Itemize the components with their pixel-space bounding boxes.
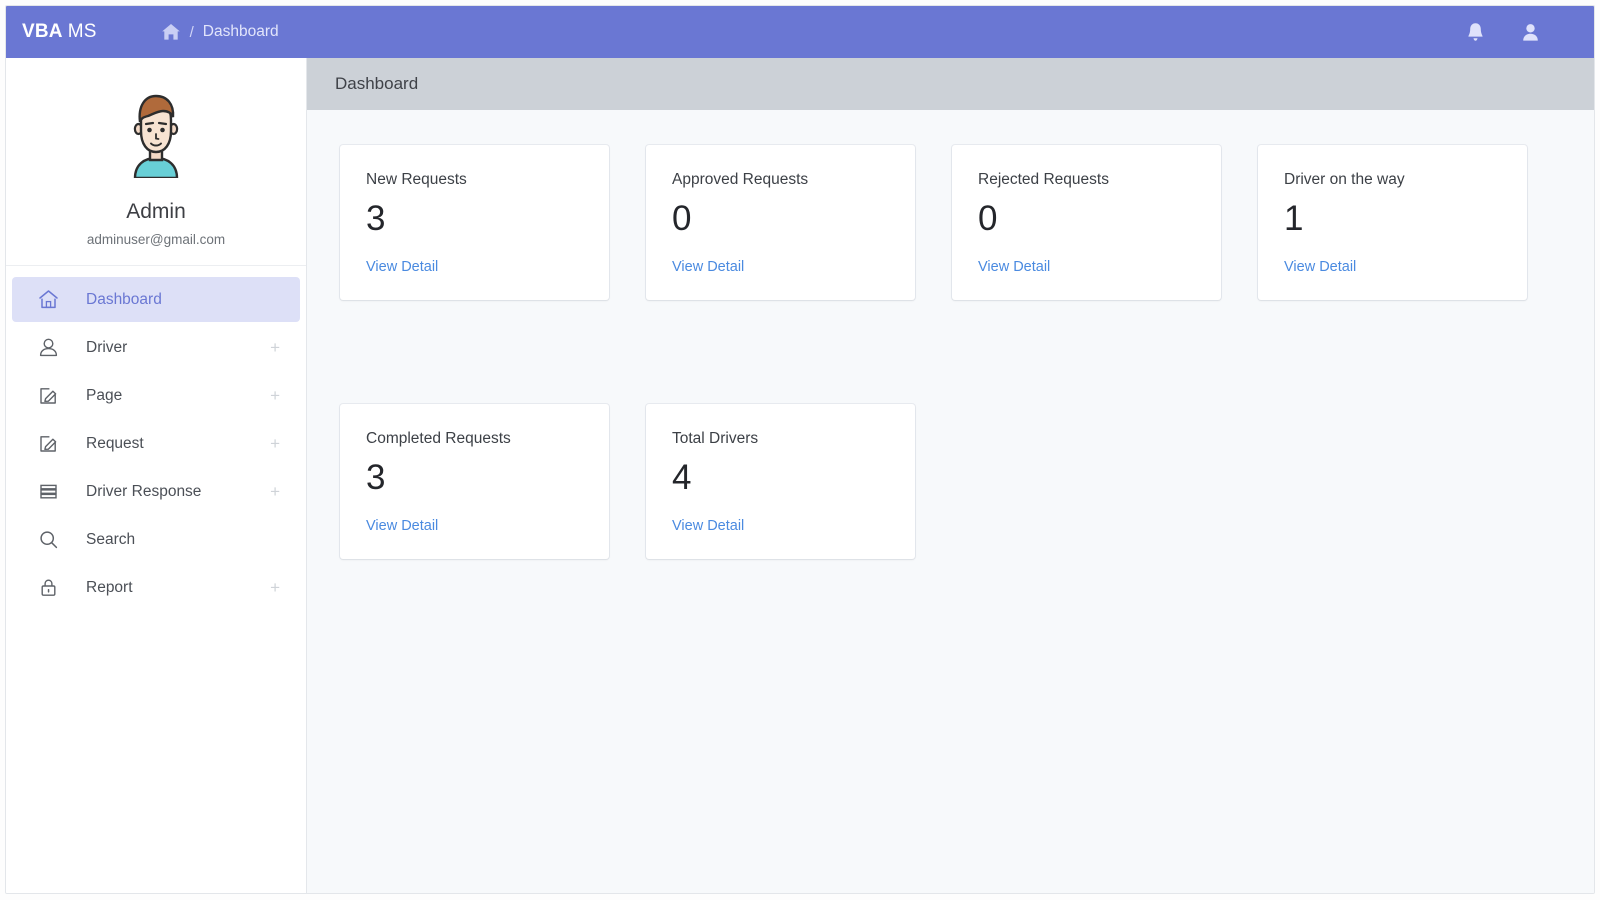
bell-icon[interactable] — [1466, 22, 1485, 43]
card-value: 0 — [672, 199, 692, 238]
page-title: Dashboard — [335, 74, 419, 93]
sidebar-item-label: Page — [86, 386, 123, 404]
view-detail-link[interactable]: View Detail — [672, 259, 744, 275]
sidebar-item-label: Search — [86, 530, 136, 548]
lock-icon — [38, 577, 62, 598]
card-title: New Requests — [366, 171, 467, 188]
card-row-2: Completed Requests 3 View Detail Total D… — [340, 404, 1568, 559]
page-title-bar: Dashboard — [307, 58, 1594, 110]
sidebar-item-page[interactable]: Page + — [12, 373, 300, 418]
home-icon[interactable] — [161, 23, 181, 41]
main-content: Dashboard New Requests 3 View Detail App… — [307, 58, 1594, 893]
sidebar: Admin adminuser@gmail.com Dashboard Driv… — [6, 58, 307, 893]
edit-square-icon — [38, 433, 62, 454]
card-title: Approved Requests — [672, 171, 809, 188]
app-window: VBA MS / Dashboard Admin adminuser@gmail… — [0, 0, 1600, 900]
user-outline-icon — [38, 337, 62, 358]
expand-icon[interactable]: + — [270, 579, 280, 596]
app-frame: VBA MS / Dashboard Admin adminuser@gmail… — [5, 5, 1595, 894]
card-value: 0 — [978, 199, 998, 238]
sidebar-item-report[interactable]: Report + — [12, 565, 300, 610]
card-value: 4 — [672, 458, 692, 497]
sidebar-profile: Admin adminuser@gmail.com — [6, 58, 306, 266]
sidebar-item-driver[interactable]: Driver + — [12, 325, 300, 370]
profile-email: adminuser@gmail.com — [86, 232, 226, 247]
sidebar-item-dashboard[interactable]: Dashboard — [12, 277, 300, 322]
expand-icon[interactable]: + — [270, 483, 280, 500]
sidebar-menu: Dashboard Driver + Page + Request + Driv… — [6, 266, 306, 610]
stat-card-total-drivers[interactable]: Total Drivers 4 View Detail — [646, 404, 915, 559]
card-title: Total Drivers — [672, 430, 759, 447]
view-detail-link[interactable]: View Detail — [1284, 259, 1356, 275]
sidebar-item-driver-response[interactable]: Driver Response + — [12, 469, 300, 514]
expand-icon[interactable]: + — [270, 435, 280, 452]
top-navbar: VBA MS / Dashboard — [6, 6, 1594, 58]
brand-primary: VBA — [22, 21, 63, 42]
user-icon[interactable] — [1521, 22, 1540, 43]
breadcrumb: / Dashboard — [161, 23, 279, 41]
home-icon — [38, 289, 62, 310]
stat-card-new-requests[interactable]: New Requests 3 View Detail — [340, 145, 609, 300]
user-avatar — [113, 86, 199, 183]
breadcrumb-current: Dashboard — [202, 23, 279, 40]
edit-square-icon — [38, 385, 62, 406]
stat-card-approved-requests[interactable]: Approved Requests 0 View Detail — [646, 145, 915, 300]
sidebar-item-search[interactable]: Search — [12, 517, 300, 562]
profile-name: Admin — [126, 200, 186, 223]
sidebar-item-label: Report — [86, 578, 133, 596]
card-title: Driver on the way — [1284, 171, 1405, 188]
app-brand[interactable]: VBA MS — [22, 21, 97, 43]
card-title: Completed Requests — [366, 430, 511, 447]
card-row-1: New Requests 3 View Detail Approved Requ… — [340, 145, 1568, 300]
sidebar-item-label: Driver — [86, 338, 128, 356]
card-value: 1 — [1284, 199, 1304, 238]
view-detail-link[interactable]: View Detail — [672, 518, 744, 534]
view-detail-link[interactable]: View Detail — [366, 259, 438, 275]
expand-icon[interactable]: + — [270, 387, 280, 404]
stat-card-driver-on-the-way[interactable]: Driver on the way 1 View Detail — [1258, 145, 1527, 300]
stat-card-completed-requests[interactable]: Completed Requests 3 View Detail — [340, 404, 609, 559]
sidebar-item-label: Driver Response — [86, 482, 202, 500]
stat-card-rejected-requests[interactable]: Rejected Requests 0 View Detail — [952, 145, 1221, 300]
card-value: 3 — [366, 199, 386, 238]
card-value: 3 — [366, 458, 386, 497]
breadcrumb-separator: / — [189, 23, 194, 41]
view-detail-link[interactable]: View Detail — [978, 259, 1050, 275]
card-title: Rejected Requests — [978, 171, 1109, 188]
navbar-actions — [1466, 22, 1540, 43]
sidebar-item-label: Request — [86, 434, 144, 452]
dashboard-cards: New Requests 3 View Detail Approved Requ… — [307, 110, 1594, 559]
expand-icon[interactable]: + — [270, 339, 280, 356]
brand-secondary: MS — [67, 21, 97, 42]
search-icon — [38, 529, 62, 550]
view-detail-link[interactable]: View Detail — [366, 518, 438, 534]
sidebar-item-label: Dashboard — [86, 290, 162, 308]
sidebar-item-request[interactable]: Request + — [12, 421, 300, 466]
layers-icon — [38, 481, 62, 502]
